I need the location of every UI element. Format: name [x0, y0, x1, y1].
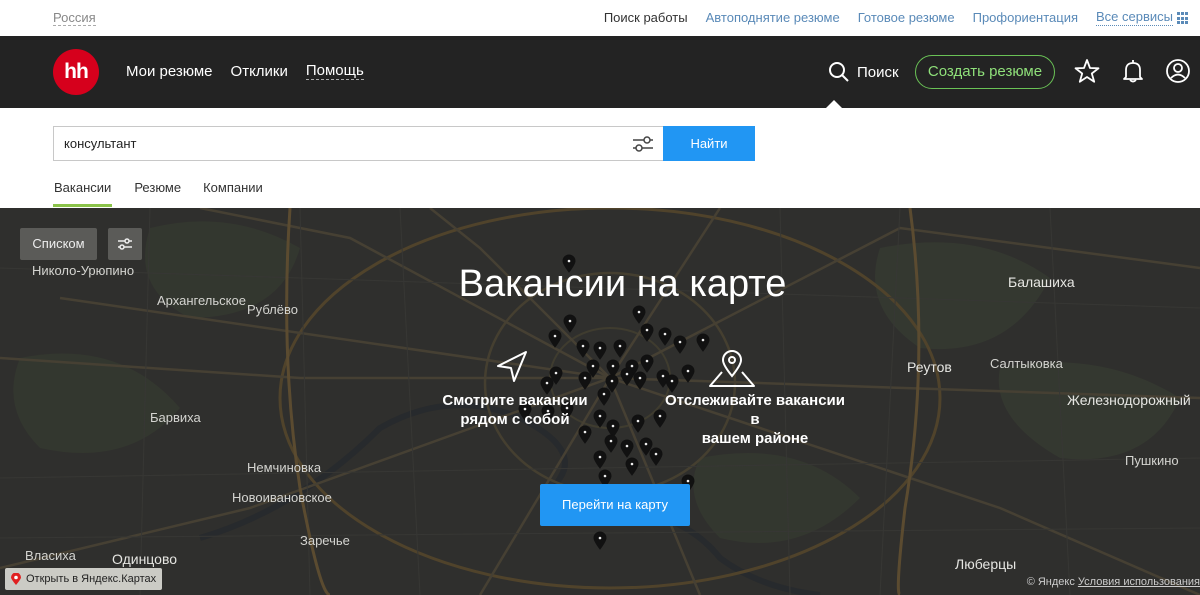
map-label-barvikha: Барвиха [150, 410, 201, 425]
map-label-nemchinovka: Немчиновка [247, 460, 322, 475]
top-link-ready-resume[interactable]: Готовое резюме [858, 10, 955, 26]
vacancy-pin-dot [669, 378, 675, 384]
nav-my-resumes[interactable]: Мои резюме [126, 63, 213, 80]
vacancy-pin-dot [590, 363, 596, 369]
open-yandex-maps-link[interactable]: Открыть в Яндекс.Картах [5, 568, 163, 590]
search-area: Найти Вакансии Резюме Компании [0, 108, 1200, 208]
top-utility-bar: Россия Поиск работы Автоподнятие резюме … [0, 0, 1200, 36]
find-button[interactable]: Найти [663, 126, 755, 161]
bell-icon[interactable] [1120, 58, 1146, 84]
vacancy-pin-dot [624, 443, 630, 449]
star-icon[interactable] [1074, 58, 1100, 84]
vacancy-pin-dot [608, 438, 614, 444]
top-links: Поиск работы Автоподнятие резюме Готовое… [586, 10, 1190, 26]
copyright-text: © Яндекс [1026, 576, 1075, 588]
vacancy-pin-dot [582, 429, 588, 435]
map-pin-area-icon [709, 350, 755, 387]
create-resume-button[interactable]: Создать резюме [915, 55, 1055, 89]
vacancy-pin-dot [635, 418, 641, 424]
vacancy-pin-dot [567, 318, 573, 324]
map-label-vlasikha: Власиха [25, 548, 76, 563]
vacancy-pin-dot [677, 339, 683, 345]
map-copyright: © Яндекс Условия использования [1027, 576, 1200, 588]
feature-nearby-text: Смотрите вакансии рядом с собой [442, 392, 588, 428]
top-link-autoraise[interactable]: Автоподнятие резюме [706, 10, 840, 26]
vacancy-pin-dot [553, 370, 559, 376]
nav-help[interactable]: Помощь [305, 63, 364, 80]
vacancy-pin-dot [700, 337, 706, 343]
search-input[interactable] [53, 126, 663, 161]
vacancy-pin-dot [629, 363, 635, 369]
search-link[interactable]: Поиск [828, 61, 899, 83]
vacancy-pin-dot [653, 451, 659, 457]
vacancy-pin-dot [685, 368, 691, 374]
map-settings-button[interactable] [108, 228, 142, 260]
map-label-odintsovo: Одинцово [112, 551, 178, 567]
vacancy-pin-dot [544, 380, 550, 386]
vacancy-pin-dot [637, 375, 643, 381]
vacancy-pin-dot [597, 535, 603, 541]
vacancy-pin-dot [662, 331, 668, 337]
vacancy-pin-dot [597, 454, 603, 460]
vacancy-pin-dot [660, 373, 666, 379]
map-title: Вакансии на карте [458, 263, 787, 305]
vacancy-pin-dot [624, 371, 630, 377]
vacancy-pin-dot [580, 343, 586, 349]
vacancy-pin-dot [644, 358, 650, 364]
navigation-arrow-icon [497, 351, 527, 382]
go-to-map-button[interactable]: Перейти на карту [540, 484, 690, 526]
vacancy-pin-dot [601, 391, 607, 397]
top-link-career-guidance[interactable]: Профориентация [973, 10, 1078, 26]
search-link-label: Поиск [857, 63, 899, 81]
vacancy-pin-dot [617, 343, 623, 349]
region-selector[interactable]: Россия [53, 10, 96, 26]
search-tabs: Вакансии Резюме Компании [53, 180, 285, 207]
map-banner: Балашиха Реутов Железнодорожный Одинцово… [0, 208, 1200, 595]
tab-companies[interactable]: Компании [203, 180, 263, 207]
hh-logo[interactable]: hh [53, 49, 99, 95]
open-yandex-maps-label: Открыть в Яндекс.Картах [26, 573, 157, 585]
map-label-reutov: Реутов [907, 359, 952, 375]
tab-resumes[interactable]: Резюме [134, 180, 181, 207]
user-icon[interactable] [1165, 58, 1191, 84]
vacancy-pin-dot [685, 478, 691, 484]
vacancy-pin-dot [644, 327, 650, 333]
vacancy-pin-dot [610, 423, 616, 429]
map-label-lyubertsy: Люберцы [955, 556, 1017, 572]
search-icon [829, 62, 849, 82]
vacancy-pin-dot [636, 309, 642, 315]
map-label-zheleznodorozhny: Железнодорожный [1067, 392, 1191, 408]
vacancy-pin-dot [582, 375, 588, 381]
vacancy-pin-dot [609, 378, 615, 384]
map-label-zarechye: Заречье [300, 533, 350, 548]
map-label-saltykovka: Салтыковка [990, 356, 1063, 371]
nav-responses[interactable]: Отклики [231, 63, 288, 80]
top-link-all-services[interactable]: Все сервисы [1096, 10, 1173, 26]
feature-district-text: Отслеживайте вакансии в вашем районе [665, 392, 845, 447]
tab-vacancies[interactable]: Вакансии [53, 180, 113, 207]
main-nav: Мои резюме Отклики Помощь [126, 63, 382, 80]
vacancy-pin-dot [602, 473, 608, 479]
map-label-pushkino: Пушкино [1125, 453, 1179, 468]
terms-link[interactable]: Условия использования [1078, 576, 1200, 588]
vacancy-pin-dot [597, 345, 603, 351]
vacancy-pin-dot [643, 441, 649, 447]
vacancy-pin-dot [552, 333, 558, 339]
sliders-icon [118, 238, 132, 250]
filter-icon[interactable] [632, 134, 654, 154]
pin-icon [11, 573, 21, 585]
vacancy-pin-dot [629, 461, 635, 467]
active-caret [826, 100, 842, 108]
grid-icon[interactable] [1177, 12, 1190, 25]
vacancy-pin-dot [610, 363, 616, 369]
list-view-button[interactable]: Списком [20, 228, 97, 260]
map-label-novoivanovskoe: Новоивановское [232, 490, 332, 505]
top-link-job-search[interactable]: Поиск работы [604, 10, 688, 26]
main-header: hh Мои резюме Отклики Помощь Поиск Созда… [0, 36, 1200, 108]
